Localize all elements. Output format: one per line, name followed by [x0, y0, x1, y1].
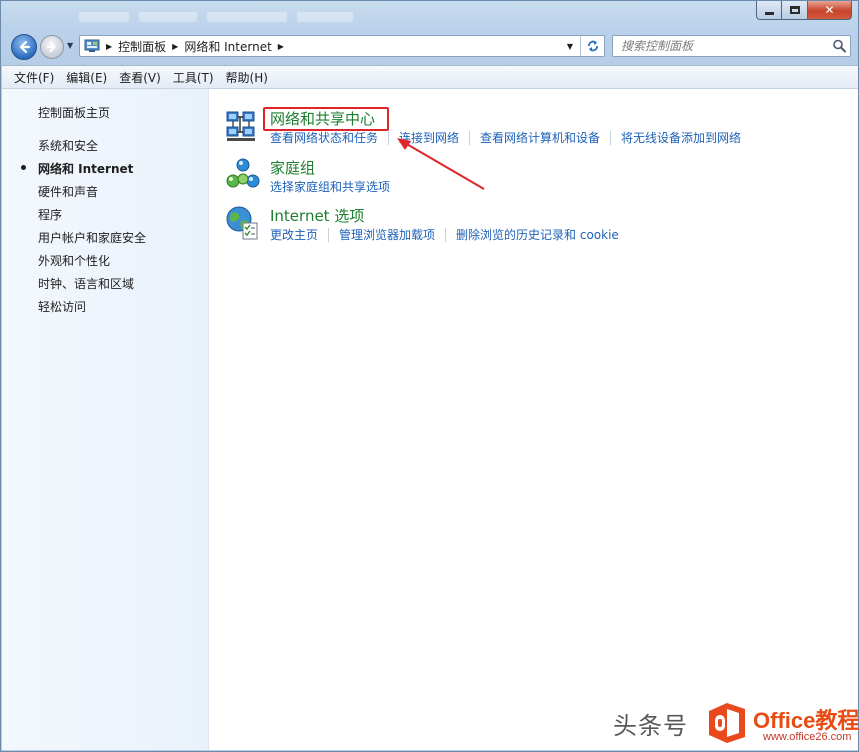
control-panel-icon — [84, 39, 100, 53]
menu-tools[interactable]: 工具(T) — [167, 67, 220, 88]
homegroup-icon[interactable] — [225, 157, 261, 193]
task-divider — [445, 227, 447, 242]
sidebar-item-user-accounts[interactable]: 用户帐户和家庭安全 — [38, 229, 146, 246]
internet-options-icon[interactable] — [225, 205, 261, 241]
sidebar-item-network-internet[interactable]: 网络和 Internet — [38, 160, 133, 177]
breadcrumb-chevron-icon[interactable]: ▶ — [278, 42, 284, 51]
manage-addons-link[interactable]: 管理浏览器加载项 — [339, 226, 435, 243]
recent-pages-chevron-icon[interactable]: ▼ — [67, 41, 73, 50]
add-wireless-device-link[interactable]: 将无线设备添加到网络 — [621, 129, 741, 146]
menu-help[interactable]: 帮助(H) — [220, 67, 274, 88]
watermark-url: www.office26.com — [763, 731, 852, 743]
office-logo-icon — [709, 703, 745, 743]
sidebar: 控制面板主页 系统和安全 网络和 Internet 硬件和声音 程序 用户帐户和… — [2, 89, 209, 750]
homegroup-tasks: 选择家庭组和共享选项 — [270, 178, 390, 195]
forward-button[interactable] — [40, 35, 64, 59]
title-bar-blur — [79, 12, 379, 28]
back-button[interactable] — [11, 34, 37, 60]
minimize-icon — [764, 11, 774, 15]
task-divider — [610, 130, 612, 145]
back-arrow-icon — [19, 40, 31, 54]
close-icon: ✕ — [824, 3, 835, 17]
watermark-text: 头条号 — [613, 711, 688, 740]
network-sharing-center-icon[interactable] — [225, 108, 261, 144]
refresh-icon — [587, 40, 598, 52]
delete-browsing-history-link[interactable]: 删除浏览的历史记录和 cookie — [456, 226, 619, 243]
internet-options-tasks: 更改主页 管理浏览器加载项 删除浏览的历史记录和 cookie — [270, 226, 619, 243]
watermark: 头条号 Office教程网 www.office26.com — [613, 703, 859, 743]
homegroup-title[interactable]: 家庭组 — [270, 157, 315, 178]
breadcrumb-control-panel[interactable]: 控制面板 — [118, 38, 166, 55]
network-sharing-tasks: 查看网络状态和任务 连接到网络 查看网络计算机和设备 将无线设备添加到网络 — [270, 129, 741, 146]
chevron-down-icon: ▼ — [566, 41, 574, 51]
view-network-status-link[interactable]: 查看网络状态和任务 — [270, 129, 378, 146]
search-input[interactable] — [613, 36, 823, 56]
sidebar-item-programs[interactable]: 程序 — [38, 206, 62, 223]
task-divider — [328, 227, 330, 242]
search-box — [612, 35, 851, 57]
sidebar-item-hardware-sound[interactable]: 硬件和声音 — [38, 183, 98, 200]
breadcrumb-chevron-icon[interactable]: ▶ — [106, 42, 112, 51]
active-bullet-icon — [21, 165, 26, 170]
view-network-computers-link[interactable]: 查看网络计算机和设备 — [480, 129, 600, 146]
refresh-button[interactable] — [580, 36, 604, 56]
breadcrumb-chevron-icon[interactable]: ▶ — [172, 42, 178, 51]
explorer-window: ✕ ▼ ▶ 控制面板 ▶ 网络和 Internet ▶ ▼ 搜索控制面板 文件(… — [0, 0, 859, 752]
forward-arrow-icon — [46, 41, 56, 53]
annotation-highlight-box — [263, 107, 389, 131]
breadcrumb: ▶ 控制面板 ▶ 网络和 Internet ▶ — [100, 38, 290, 55]
address-bar[interactable]: ▶ 控制面板 ▶ 网络和 Internet ▶ ▼ — [79, 35, 605, 57]
minimize-button[interactable] — [756, 1, 782, 20]
close-button[interactable]: ✕ — [808, 1, 852, 20]
address-history-dropdown[interactable]: ▼ — [562, 36, 578, 56]
internet-options-title[interactable]: Internet 选项 — [270, 205, 364, 226]
search-icon[interactable] — [832, 39, 846, 53]
sidebar-item-appearance[interactable]: 外观和个性化 — [38, 252, 110, 269]
maximize-button[interactable] — [782, 1, 808, 20]
sidebar-item-ease-of-access[interactable]: 轻松访问 — [38, 298, 86, 315]
menu-file[interactable]: 文件(F) — [8, 67, 60, 88]
breadcrumb-network-internet[interactable]: 网络和 Internet — [184, 38, 271, 55]
sidebar-control-panel-home[interactable]: 控制面板主页 — [38, 104, 110, 121]
homegroup-sharing-options-link[interactable]: 选择家庭组和共享选项 — [270, 178, 390, 195]
change-home-page-link[interactable]: 更改主页 — [270, 226, 318, 243]
menu-bar: 文件(F) 编辑(E) 查看(V) 工具(T) 帮助(H) — [2, 65, 858, 89]
sidebar-item-system-security[interactable]: 系统和安全 — [38, 137, 98, 154]
sidebar-item-clock-language[interactable]: 时钟、语言和区域 — [38, 275, 134, 292]
menu-edit[interactable]: 编辑(E) — [60, 67, 113, 88]
annotation-arrow-icon — [397, 138, 485, 190]
caption-buttons: ✕ — [756, 1, 852, 20]
maximize-icon — [789, 6, 800, 14]
menu-view[interactable]: 查看(V) — [113, 67, 167, 88]
